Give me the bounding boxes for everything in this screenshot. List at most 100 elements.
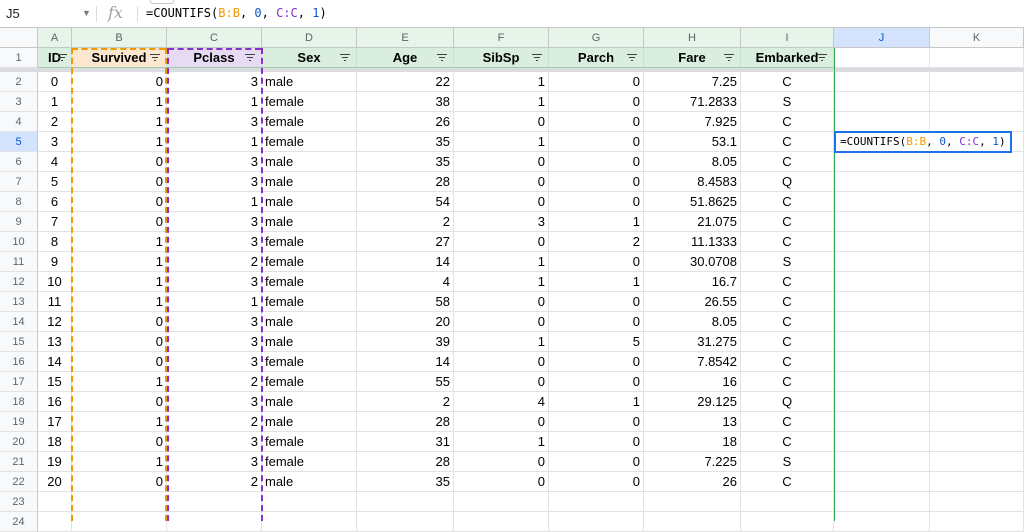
table-cell[interactable]: 0 xyxy=(454,352,549,372)
table-cell[interactable]: 0 xyxy=(454,372,549,392)
table-cell[interactable]: 0 xyxy=(549,172,644,192)
table-cell[interactable]: 0 xyxy=(72,432,167,452)
empty-cell[interactable] xyxy=(834,272,930,292)
empty-cell[interactable] xyxy=(644,492,741,512)
select-all-corner[interactable] xyxy=(0,28,38,48)
table-cell[interactable]: 0 xyxy=(549,132,644,152)
header-cell-sex[interactable]: Sex xyxy=(262,48,357,68)
column-header-h[interactable]: H xyxy=(644,28,741,48)
column-header-i[interactable]: I xyxy=(741,28,834,48)
table-cell[interactable]: 14 xyxy=(357,352,454,372)
table-cell[interactable]: 3 xyxy=(167,452,262,472)
table-cell[interactable]: 0 xyxy=(454,472,549,492)
filter-icon[interactable] xyxy=(724,54,734,62)
table-cell[interactable]: female xyxy=(262,252,357,272)
table-cell[interactable]: 7.225 xyxy=(644,452,741,472)
table-cell[interactable]: 0 xyxy=(549,192,644,212)
empty-cell[interactable] xyxy=(930,312,1024,332)
table-cell[interactable]: 0 xyxy=(549,72,644,92)
table-cell[interactable]: 0 xyxy=(454,112,549,132)
table-cell[interactable]: 0 xyxy=(72,352,167,372)
table-cell[interactable]: 1 xyxy=(72,132,167,152)
table-cell[interactable]: C xyxy=(741,332,834,352)
empty-cell[interactable] xyxy=(930,512,1024,532)
empty-cell[interactable] xyxy=(72,492,167,512)
table-cell[interactable]: 4 xyxy=(454,392,549,412)
filter-icon[interactable] xyxy=(627,54,637,62)
table-cell[interactable]: 5 xyxy=(38,172,72,192)
table-cell[interactable]: 8 xyxy=(38,232,72,252)
table-cell[interactable]: 13 xyxy=(644,412,741,432)
table-cell[interactable]: 35 xyxy=(357,472,454,492)
empty-cell[interactable] xyxy=(930,472,1024,492)
table-cell[interactable]: 0 xyxy=(454,452,549,472)
table-cell[interactable]: 0 xyxy=(72,72,167,92)
row-header-18[interactable]: 18 xyxy=(0,392,38,412)
table-cell[interactable]: 3 xyxy=(167,152,262,172)
table-cell[interactable]: C xyxy=(741,152,834,172)
table-cell[interactable]: 2 xyxy=(167,372,262,392)
table-cell[interactable]: 19 xyxy=(38,452,72,472)
name-box-dropdown-icon[interactable]: ▼ xyxy=(82,8,91,18)
empty-cell[interactable] xyxy=(38,492,72,512)
table-cell[interactable]: 27 xyxy=(357,232,454,252)
table-cell[interactable]: C xyxy=(741,372,834,392)
header-cell-survived[interactable]: Survived xyxy=(72,48,167,68)
empty-cell[interactable] xyxy=(930,72,1024,92)
empty-cell[interactable] xyxy=(549,512,644,532)
empty-cell[interactable] xyxy=(834,112,930,132)
table-cell[interactable]: 1 xyxy=(72,292,167,312)
row-header-10[interactable]: 10 xyxy=(0,232,38,252)
table-cell[interactable]: female xyxy=(262,232,357,252)
row-header-11[interactable]: 11 xyxy=(0,252,38,272)
table-cell[interactable]: 1 xyxy=(454,72,549,92)
table-cell[interactable]: 3 xyxy=(167,432,262,452)
table-cell[interactable]: 6 xyxy=(38,192,72,212)
table-cell[interactable]: 28 xyxy=(357,172,454,192)
table-cell[interactable]: female xyxy=(262,112,357,132)
row-header-3[interactable]: 3 xyxy=(0,92,38,112)
empty-cell[interactable] xyxy=(741,492,834,512)
table-cell[interactable]: 51.8625 xyxy=(644,192,741,212)
empty-cell[interactable] xyxy=(930,252,1024,272)
table-cell[interactable]: 2 xyxy=(167,252,262,272)
header-cell-sibsp[interactable]: SibSp xyxy=(454,48,549,68)
table-cell[interactable]: 0 xyxy=(72,472,167,492)
row-header-21[interactable]: 21 xyxy=(0,452,38,472)
empty-cell[interactable] xyxy=(834,332,930,352)
empty-cell[interactable] xyxy=(930,272,1024,292)
table-cell[interactable]: 20 xyxy=(38,472,72,492)
table-cell[interactable]: 14 xyxy=(357,252,454,272)
row-header-15[interactable]: 15 xyxy=(0,332,38,352)
empty-cell[interactable] xyxy=(834,432,930,452)
table-cell[interactable]: 0 xyxy=(454,152,549,172)
empty-cell[interactable] xyxy=(930,232,1024,252)
table-cell[interactable]: female xyxy=(262,272,357,292)
table-cell[interactable]: 16.7 xyxy=(644,272,741,292)
header-cell-fare[interactable]: Fare xyxy=(644,48,741,68)
table-cell[interactable]: 1 xyxy=(72,112,167,132)
table-cell[interactable]: 35 xyxy=(357,132,454,152)
empty-cell[interactable] xyxy=(930,152,1024,172)
table-cell[interactable]: 0 xyxy=(549,452,644,472)
empty-cell[interactable] xyxy=(834,412,930,432)
table-cell[interactable]: 1 xyxy=(454,92,549,112)
table-cell[interactable]: 0 xyxy=(549,412,644,432)
table-cell[interactable]: 31.275 xyxy=(644,332,741,352)
table-cell[interactable]: 0 xyxy=(549,372,644,392)
row-header-20[interactable]: 20 xyxy=(0,432,38,452)
table-cell[interactable]: 2 xyxy=(357,212,454,232)
empty-cell[interactable] xyxy=(549,492,644,512)
filter-icon[interactable] xyxy=(245,54,255,62)
table-cell[interactable]: 2 xyxy=(167,472,262,492)
table-cell[interactable]: 0 xyxy=(549,472,644,492)
formula-bar-handle[interactable] xyxy=(150,0,174,4)
row-header-23[interactable]: 23 xyxy=(0,492,38,512)
table-cell[interactable]: 0 xyxy=(549,292,644,312)
column-header-c[interactable]: C xyxy=(167,28,262,48)
empty-cell[interactable] xyxy=(454,492,549,512)
table-cell[interactable]: 1 xyxy=(549,212,644,232)
empty-cell[interactable] xyxy=(834,152,930,172)
empty-cell[interactable] xyxy=(834,172,930,192)
empty-cell[interactable] xyxy=(357,512,454,532)
